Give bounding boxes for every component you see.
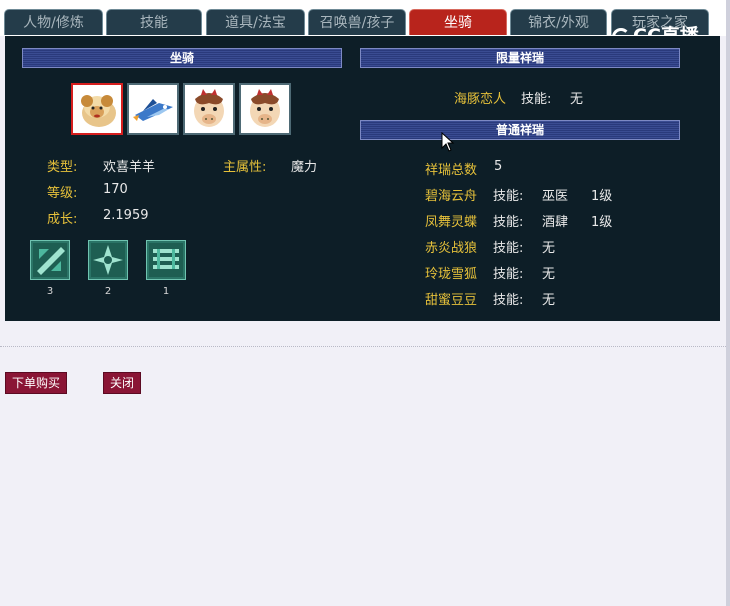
normal-item-skill-label: 技能: [493, 293, 524, 308]
limited-auspicious-header: 限量祥瑞 [360, 48, 680, 68]
normal-item-level: 1级 [591, 189, 613, 204]
tab-mount[interactable]: 坐骑 [409, 9, 507, 35]
buy-button[interactable]: 下单购买 [5, 372, 67, 394]
normal-item-name: 甜蜜豆豆 [425, 293, 478, 308]
skill-count-3: 1 [162, 286, 170, 297]
mount-skill-slot-1[interactable] [30, 240, 70, 280]
normal-item-name: 碧海云舟 [425, 189, 478, 204]
mount-slot-4[interactable] [239, 83, 291, 135]
normal-item-name: 玲珑雪狐 [425, 267, 478, 282]
level-value: 170 [103, 182, 128, 197]
skill-count-1: 3 [46, 286, 54, 297]
mount-skill-icon [149, 243, 183, 277]
sheep-mount-icon [81, 95, 116, 127]
skill-count-2: 2 [104, 286, 112, 297]
tab-character[interactable]: 人物/修炼 [4, 9, 103, 35]
normal-item-level: 1级 [591, 215, 613, 230]
type-label: 类型: [47, 160, 78, 175]
mount-skill-slot-3[interactable] [146, 240, 186, 280]
normal-item-skill: 无 [542, 267, 556, 282]
growth-label: 成长: [47, 212, 78, 227]
limited-item-skill: 无 [570, 92, 584, 107]
normal-item-skill: 无 [542, 293, 556, 308]
level-label: 等级: [47, 186, 78, 201]
auspicious-total-label: 祥瑞总数 [425, 163, 478, 178]
normal-item-name: 赤炎战狼 [425, 241, 478, 256]
tab-outfit[interactable]: 锦衣/外观 [510, 9, 607, 35]
auspicious-total-value: 5 [494, 159, 503, 174]
mount-slot-1[interactable] [71, 83, 123, 135]
horse-mount-icon [194, 89, 224, 127]
normal-item-name: 凤舞灵蝶 [425, 215, 478, 230]
mouse-cursor-icon [441, 132, 455, 152]
mount-skill-slot-2[interactable] [88, 240, 128, 280]
mount-info-panel: 坐骑 类型: 欢喜羊羊 主属性: 魔力 等级: 170 成长: 2.1959 3… [5, 36, 720, 321]
normal-item-skill-label: 技能: [493, 267, 524, 282]
normal-item-skill-label: 技能: [493, 241, 524, 256]
horse-mount-icon [250, 89, 280, 127]
page-edge [726, 0, 730, 606]
tab-items[interactable]: 道具/法宝 [206, 9, 305, 35]
normal-item-skill: 酒肆 [542, 215, 569, 230]
mount-slot-2[interactable] [127, 83, 179, 135]
tab-skills[interactable]: 技能 [106, 9, 202, 35]
normal-auspicious-header: 普通祥瑞 [360, 120, 680, 140]
normal-item-skill-label: 技能: [493, 215, 524, 230]
limited-item-skill-label: 技能: [521, 92, 552, 107]
mount-header: 坐骑 [22, 48, 342, 68]
mount-skill-icon [91, 243, 125, 277]
mount-skill-icon [33, 243, 67, 277]
main-attribute-label: 主属性: [223, 160, 267, 175]
close-button[interactable]: 关闭 [103, 372, 141, 394]
normal-item-skill-label: 技能: [493, 189, 524, 204]
divider [0, 346, 730, 347]
normal-item-skill: 无 [542, 241, 556, 256]
normal-item-skill: 巫医 [542, 189, 569, 204]
blue-jet-mount-icon [133, 99, 173, 121]
main-attribute-value: 魔力 [291, 160, 318, 175]
type-value: 欢喜羊羊 [103, 160, 156, 175]
growth-value: 2.1959 [103, 208, 149, 223]
tab-summons[interactable]: 召唤兽/孩子 [308, 9, 406, 35]
mount-slot-3[interactable] [183, 83, 235, 135]
limited-item-name: 海豚恋人 [454, 92, 507, 107]
